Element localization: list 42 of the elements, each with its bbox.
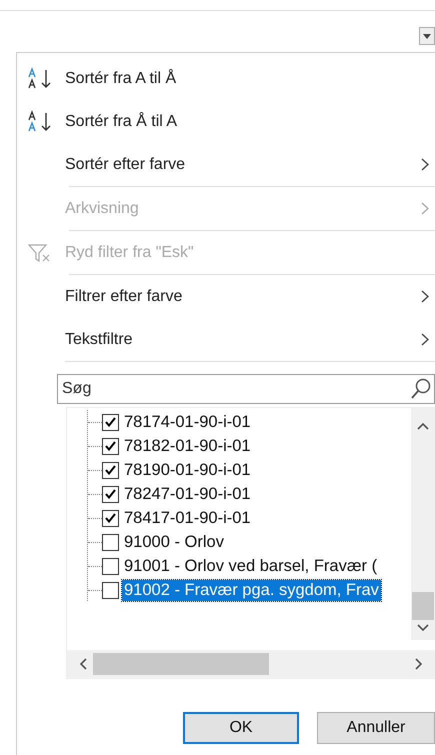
checkbox[interactable] (102, 534, 119, 550)
scroll-up-icon[interactable] (417, 422, 429, 430)
scrollbar-thumb[interactable] (412, 592, 434, 620)
vertical-scrollbar[interactable] (411, 408, 435, 640)
caret-icon (423, 34, 431, 38)
list-item[interactable]: 91001 - Orlov ved barsel, Fravær ( (122, 556, 380, 576)
search-field[interactable]: Søg (57, 374, 435, 404)
menu-item[interactable]: Sortér fra Å til A (27, 100, 435, 143)
menu-item[interactable]: Sortér efter farve (27, 143, 435, 186)
list-item[interactable]: 78247-01-90-i-01 (122, 484, 253, 504)
checkbox[interactable] (102, 510, 119, 526)
checkbox[interactable] (102, 414, 119, 430)
menu-item[interactable]: Tekstfiltre (27, 318, 435, 361)
scroll-down-icon[interactable] (417, 624, 429, 632)
list-item[interactable]: 91002 - Fravær pga. sygdom, Frav (122, 580, 381, 600)
scroll-left-icon[interactable] (79, 658, 87, 670)
scrollbar-thumb[interactable] (93, 653, 269, 675)
checkbox[interactable] (102, 462, 119, 478)
list-item[interactable]: 78182-01-90-i-01 (122, 436, 253, 456)
filter-dropdown-button[interactable] (419, 27, 435, 45)
checkbox[interactable] (102, 582, 119, 598)
menu-item-label: Arkvisning (65, 200, 140, 218)
search-icon (411, 378, 431, 400)
menu-item-label: Sortér fra A til Å (65, 70, 178, 88)
ok-button[interactable]: OK (183, 712, 299, 744)
checkbox[interactable] (102, 558, 119, 574)
checkbox[interactable] (102, 438, 119, 454)
menu-item[interactable]: Sortér fra A til Å (27, 57, 435, 100)
scroll-right-icon[interactable] (415, 658, 423, 670)
menu-item-label: Ryd filter fra "Esk" (65, 244, 195, 262)
menu-item-label: Filtrer efter farve (65, 288, 184, 306)
list-item[interactable]: 78417-01-90-i-01 (122, 508, 253, 528)
horizontal-scrollbar[interactable] (67, 650, 435, 678)
cancel-button[interactable]: Annuller (317, 712, 435, 744)
menu-item-label: Sortér fra Å til A (65, 112, 178, 130)
menu-item[interactable]: Filtrer efter farve (27, 275, 435, 318)
menu-item-label: Tekstfiltre (65, 330, 134, 348)
list-item[interactable]: 91000 - Orlov (122, 532, 226, 552)
menu-item-label: Sortér efter farve (65, 156, 186, 174)
checkbox[interactable] (102, 486, 119, 502)
list-item[interactable]: 78190-01-90-i-01 (122, 460, 253, 480)
list-item[interactable]: 78174-01-90-i-01 (122, 412, 253, 432)
